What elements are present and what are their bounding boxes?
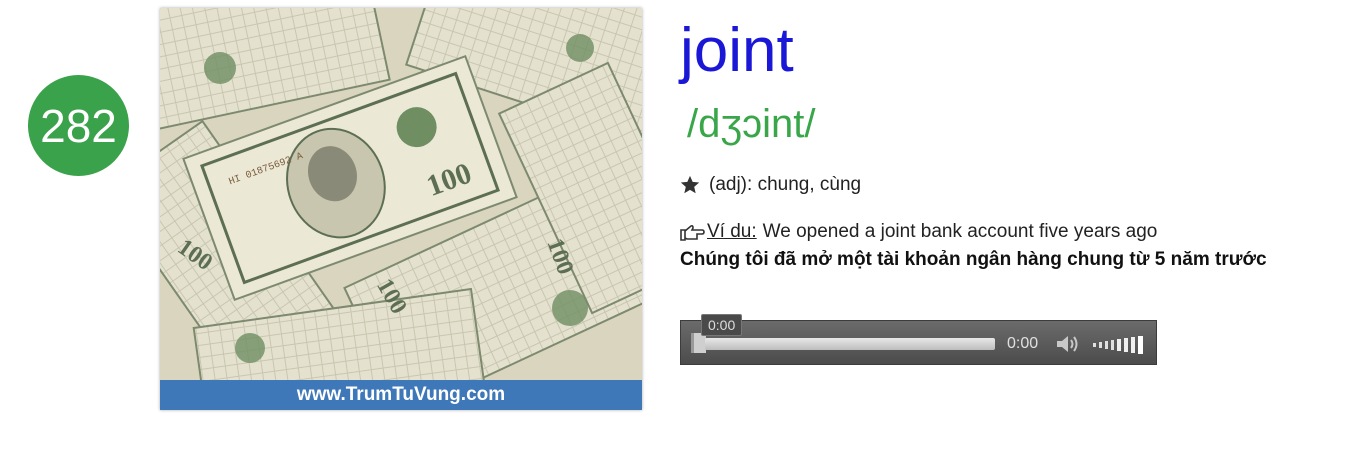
star-icon — [680, 175, 700, 194]
example-line: Ví du: We opened a joint bank account fi… — [679, 221, 1157, 243]
example-sentence: We opened a joint bank account five year… — [762, 221, 1158, 242]
vocabulary-word: joint — [680, 16, 794, 85]
play-button[interactable] — [691, 333, 706, 353]
speaker-icon[interactable] — [1055, 333, 1081, 355]
example-translation: Chúng tôi đã mở một tài khoản ngân hàng … — [680, 249, 1267, 270]
audio-player[interactable]: 0:00 0:00 — [680, 314, 1157, 365]
progress-track[interactable] — [705, 338, 995, 350]
example-label: Ví du: — [707, 221, 757, 242]
current-time: 0:00 — [1007, 335, 1039, 352]
part-of-speech-text: (adj): chung, cùng — [709, 174, 862, 195]
time-tooltip: 0:00 — [701, 314, 743, 336]
pointing-hand-icon — [680, 224, 705, 241]
part-of-speech-line: (adj): chung, cùng — [679, 174, 861, 196]
phonetic-transcription: /dʒɔint/ — [687, 102, 816, 146]
money-illustration: 100 HI 01875692 A 100 100 100 — [160, 8, 642, 410]
vocabulary-image: 100 HI 01875692 A 100 100 100 www.TrumTu… — [160, 8, 642, 410]
entry-number-badge: 282 — [28, 75, 129, 176]
volume-slider[interactable] — [1093, 333, 1149, 355]
image-footer-url: www.TrumTuVung.com — [160, 380, 642, 410]
